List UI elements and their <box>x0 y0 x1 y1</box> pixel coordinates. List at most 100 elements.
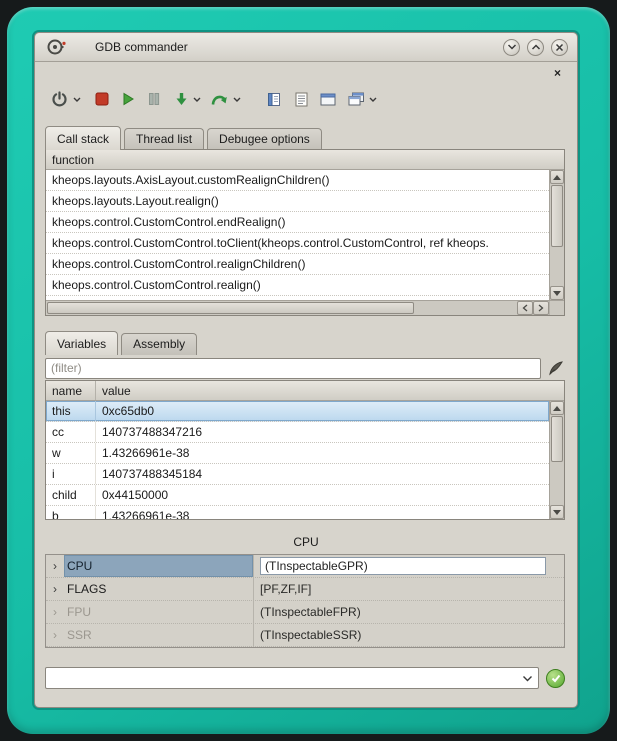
app-icon <box>47 38 67 56</box>
tab-thread-list[interactable]: Thread list <box>124 128 204 150</box>
cpu-row-name: SSR <box>64 624 253 646</box>
scroll-up-button[interactable] <box>550 170 564 184</box>
column-name: name <box>46 381 96 400</box>
call-stack-horizontal-scrollbar[interactable] <box>46 300 564 315</box>
scroll-down-button[interactable] <box>550 286 564 300</box>
expander-icon[interactable]: › <box>46 628 64 642</box>
command-combobox[interactable] <box>45 667 539 689</box>
variables-header: name value <box>46 381 564 401</box>
variable-row[interactable]: cc 140737488347216 <box>46 422 549 443</box>
cpu-row[interactable]: › CPU (TInspectableGPR) <box>46 555 564 578</box>
call-stack-row[interactable]: kheops.layouts.AxisLayout.customRealignC… <box>46 170 549 191</box>
call-stack-row[interactable]: kheops.control.CustomControl.realign() <box>46 275 549 296</box>
document-button[interactable] <box>265 86 283 112</box>
step-over-button[interactable] <box>209 86 230 112</box>
combo-dropdown-button[interactable] <box>516 668 538 688</box>
variable-name: this <box>46 401 96 421</box>
scroll-thumb[interactable] <box>551 416 563 462</box>
dock-close-button[interactable]: × <box>550 65 565 80</box>
cpu-row-value: [PF,ZF,IF] <box>253 578 564 600</box>
close-button[interactable] <box>551 39 568 56</box>
variable-value: 1.43266961e-38 <box>96 443 549 463</box>
cpu-row-value: (TInspectableSSR) <box>253 624 564 646</box>
column-value: value <box>96 381 137 400</box>
cpu-value-editor[interactable]: (TInspectableGPR) <box>260 557 546 575</box>
maximize-button[interactable] <box>527 39 544 56</box>
variable-row[interactable]: child 0x44150000 <box>46 485 549 506</box>
power-button[interactable] <box>49 86 70 112</box>
power-dropdown[interactable] <box>71 97 83 102</box>
cpu-row-name: CPU <box>64 555 253 577</box>
cpu-row[interactable]: › SSR (TInspectableSSR) <box>46 624 564 647</box>
scroll-thumb[interactable] <box>551 185 563 247</box>
call-stack-row[interactable]: kheops.control.CustomControl.endRealign(… <box>46 212 549 233</box>
step-over-dropdown[interactable] <box>231 97 243 102</box>
filter-input[interactable] <box>45 358 541 379</box>
cpu-row[interactable]: › FPU (TInspectableFPR) <box>46 601 564 624</box>
variables-tabbar: Variables Assembly <box>45 329 565 354</box>
cpu-row-name: FLAGS <box>64 578 253 600</box>
command-input[interactable] <box>46 671 516 685</box>
minimize-button[interactable] <box>503 39 520 56</box>
cpu-inspector-grid: › CPU (TInspectableGPR) › FLAGS [PF,ZF,I… <box>45 554 565 648</box>
tab-debugee-options[interactable]: Debugee options <box>207 128 322 150</box>
expander-icon[interactable]: › <box>46 582 64 596</box>
variable-row[interactable]: i 140737488345184 <box>46 464 549 485</box>
variables-vertical-scrollbar[interactable] <box>549 401 564 519</box>
stack-tabbar: Call stack Thread list Debugee options <box>45 124 565 149</box>
step-button[interactable] <box>173 86 190 112</box>
scrollbar-corner <box>549 301 564 315</box>
variable-value: 1.43266961e-38 <box>96 506 549 519</box>
run-button[interactable] <box>119 86 137 112</box>
variable-row[interactable]: this 0xc65db0 <box>46 401 549 422</box>
windows-icon <box>348 92 364 106</box>
cpu-panel-title: CPU <box>35 532 577 552</box>
call-stack-row[interactable]: kheops.control.CustomControl.realignChil… <box>46 254 549 275</box>
gdb-commander-window: GDB commander × <box>34 32 578 708</box>
windows-dropdown[interactable] <box>367 97 379 102</box>
document-icon <box>267 92 281 107</box>
accept-command-button[interactable] <box>546 669 565 688</box>
scroll-thumb[interactable] <box>47 302 414 314</box>
triangle-down-icon <box>553 291 561 296</box>
call-stack-list: kheops.layouts.AxisLayout.customRealignC… <box>46 170 549 300</box>
scroll-left-button[interactable] <box>517 301 533 315</box>
tab-variables[interactable]: Variables <box>45 331 118 355</box>
tab-assembly[interactable]: Assembly <box>121 333 197 355</box>
triangle-up-icon <box>553 406 561 411</box>
filter-pen-icon[interactable] <box>547 359 565 377</box>
list-button[interactable] <box>293 86 310 112</box>
filter-row <box>45 357 565 379</box>
call-stack-row[interactable]: kheops.control.CustomControl.toClient(kh… <box>46 233 549 254</box>
variable-row[interactable]: w 1.43266961e-38 <box>46 443 549 464</box>
stop-button[interactable] <box>93 86 111 112</box>
client-area: × <box>35 62 577 707</box>
variable-name: w <box>46 443 96 463</box>
watch-window-button[interactable] <box>318 86 338 112</box>
call-stack-vertical-scrollbar[interactable] <box>549 170 564 300</box>
tab-call-stack[interactable]: Call stack <box>45 126 121 150</box>
call-stack-row[interactable]: kheops.layouts.Layout.realign() <box>46 191 549 212</box>
variable-value: 140737488347216 <box>96 422 549 442</box>
step-dropdown[interactable] <box>191 97 203 102</box>
column-function: function <box>46 150 100 169</box>
variable-row[interactable]: b 1.43266961e-38 <box>46 506 549 519</box>
pause-button[interactable] <box>145 86 163 112</box>
chevron-down-icon <box>522 675 533 682</box>
variable-name: child <box>46 485 96 505</box>
scroll-up-button[interactable] <box>550 401 564 415</box>
command-bar <box>45 666 565 690</box>
expander-icon[interactable]: › <box>46 559 64 573</box>
scroll-down-button[interactable] <box>550 505 564 519</box>
stop-icon <box>95 92 109 106</box>
windows-button[interactable] <box>346 86 366 112</box>
expander-icon[interactable]: › <box>46 605 64 619</box>
scroll-right-button[interactable] <box>533 301 549 315</box>
call-stack-header: function <box>46 150 564 170</box>
titlebar: GDB commander <box>35 33 577 62</box>
triangle-up-icon <box>553 175 561 180</box>
cpu-row[interactable]: › FLAGS [PF,ZF,IF] <box>46 578 564 601</box>
variable-name: b <box>46 506 96 519</box>
variables-list: this 0xc65db0 cc 140737488347216 w 1.432… <box>46 401 549 519</box>
variable-value: 140737488345184 <box>96 464 549 484</box>
